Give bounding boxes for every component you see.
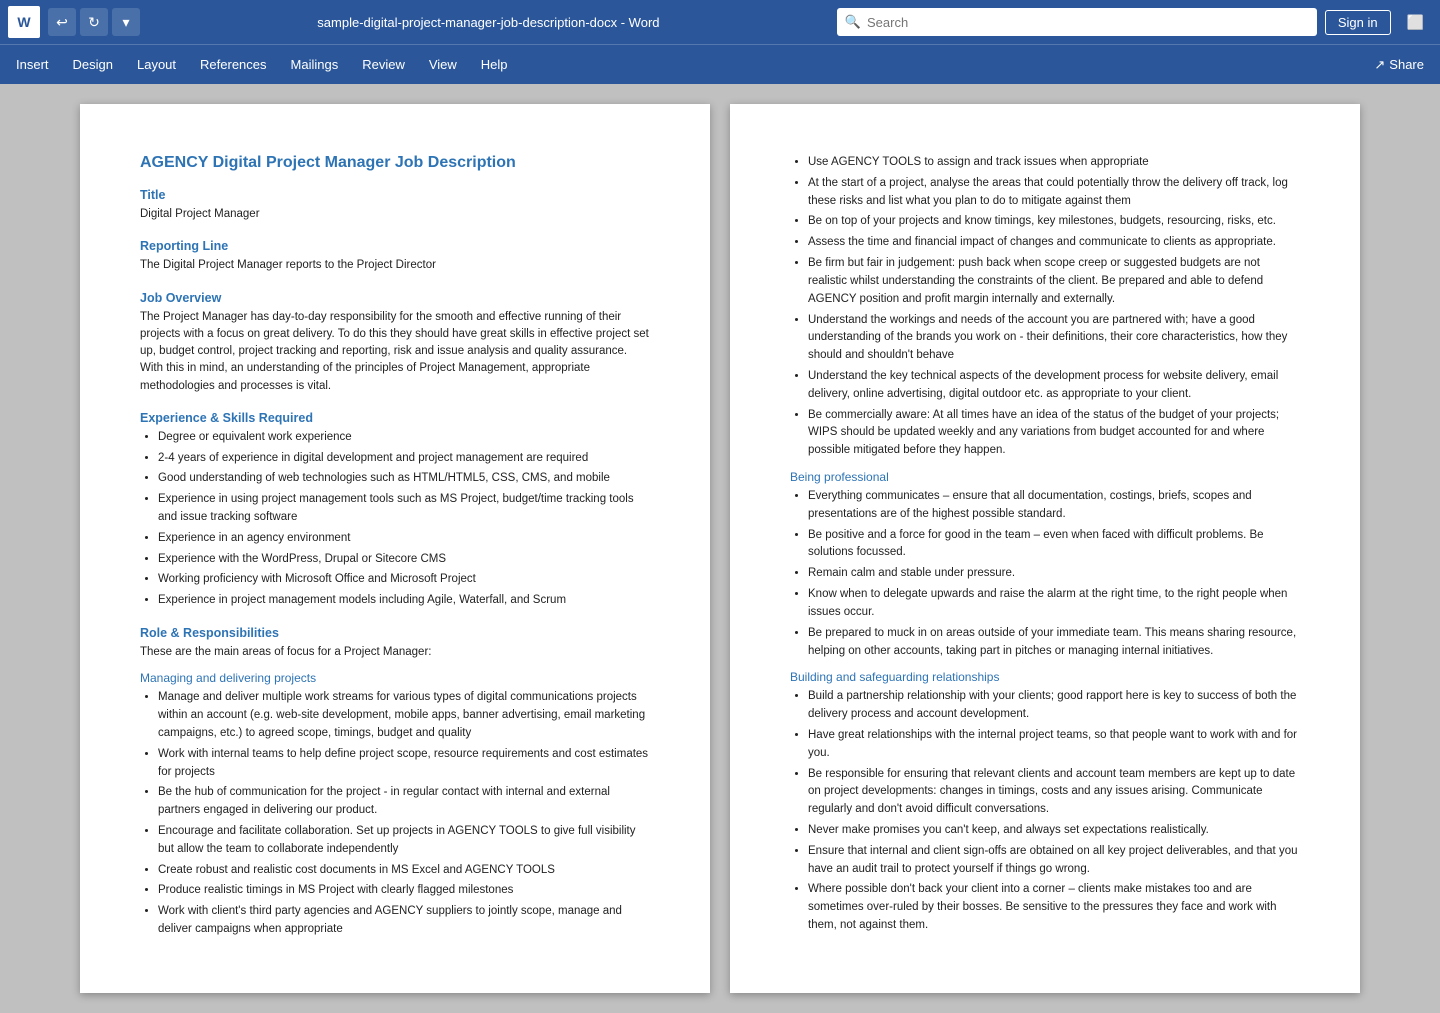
list-item: Be prepared to muck in on areas outside … (808, 625, 1300, 661)
menu-design[interactable]: Design (61, 51, 125, 78)
being-professional-section-label: Being professional (790, 470, 1300, 484)
list-item: Degree or equivalent work experience (158, 429, 650, 447)
being-professional-list: Everything communicates – ensure that al… (808, 488, 1300, 660)
share-button[interactable]: ↗ Share (1362, 51, 1436, 79)
menu-insert[interactable]: Insert (4, 51, 61, 78)
list-item: Build a partnership relationship with yo… (808, 688, 1300, 724)
list-item: Where possible don't back your client in… (808, 881, 1300, 934)
list-item: Manage and deliver multiple work streams… (158, 689, 650, 742)
list-item: Be responsible for ensuring that relevan… (808, 766, 1300, 819)
role-section-label: Role & Responsibilities (140, 626, 650, 640)
word-icon: W (8, 6, 40, 38)
exp-skills-list: Degree or equivalent work experience 2-4… (158, 429, 650, 610)
list-item: Have great relationships with the intern… (808, 727, 1300, 763)
share-icon: ↗ (1374, 57, 1385, 73)
titlebar: W ↩ ↻ ▾ sample-digital-project-manager-j… (0, 0, 1440, 44)
list-item: Remain calm and stable under pressure. (808, 565, 1300, 583)
list-item: Everything communicates – ensure that al… (808, 488, 1300, 524)
list-item: At the start of a project, analyse the a… (808, 175, 1300, 211)
list-item: Experience in project management models … (158, 592, 650, 610)
list-item: Assess the time and financial impact of … (808, 234, 1300, 252)
title-value: Digital Project Manager (140, 206, 650, 223)
menu-help[interactable]: Help (469, 51, 520, 78)
list-item: Good understanding of web technologies s… (158, 470, 650, 488)
list-item: Be on top of your projects and know timi… (808, 213, 1300, 231)
list-item: Be the hub of communication for the proj… (158, 784, 650, 820)
redo-button[interactable]: ↻ (80, 8, 108, 36)
list-item: Experience with the WordPress, Drupal or… (158, 551, 650, 569)
list-item: Be commercially aware: At all times have… (808, 407, 1300, 460)
undo-redo-controls: ↩ ↻ ▾ (48, 8, 140, 36)
search-bar[interactable]: 🔍 (837, 8, 1317, 36)
list-item: Be firm but fair in judgement: push back… (808, 255, 1300, 308)
list-item: Experience in using project management t… (158, 491, 650, 527)
managing-continued-list: Use AGENCY TOOLS to assign and track iss… (808, 154, 1300, 460)
list-item: Working proficiency with Microsoft Offic… (158, 571, 650, 589)
building-list: Build a partnership relationship with yo… (808, 688, 1300, 935)
menubar: Insert Design Layout References Mailings… (0, 44, 1440, 84)
signin-button[interactable]: Sign in (1325, 10, 1391, 35)
managing-list: Manage and deliver multiple work streams… (158, 689, 650, 939)
menu-view[interactable]: View (417, 51, 469, 78)
title-section-label: Title (140, 188, 650, 202)
page-right: Use AGENCY TOOLS to assign and track iss… (730, 104, 1360, 993)
list-item: Create robust and realistic cost documen… (158, 862, 650, 880)
list-item: Encourage and facilitate collaboration. … (158, 823, 650, 859)
menu-review[interactable]: Review (350, 51, 417, 78)
job-overview-text: The Project Manager has day-to-day respo… (140, 309, 650, 395)
list-item: Work with client's third party agencies … (158, 903, 650, 939)
window-title: sample-digital-project-manager-job-descr… (148, 15, 829, 30)
list-item: Use AGENCY TOOLS to assign and track iss… (808, 154, 1300, 172)
list-item: Know when to delegate upwards and raise … (808, 586, 1300, 622)
reporting-line-value: The Digital Project Manager reports to t… (140, 257, 650, 274)
menu-layout[interactable]: Layout (125, 51, 188, 78)
list-item: Experience in an agency environment (158, 530, 650, 548)
restore-button[interactable]: ⬜ (1399, 10, 1432, 35)
list-item: Understand the workings and needs of the… (808, 312, 1300, 365)
exp-skills-section-label: Experience & Skills Required (140, 411, 650, 425)
menu-references[interactable]: References (188, 51, 278, 78)
list-item: Work with internal teams to help define … (158, 746, 650, 782)
page-left: AGENCY Digital Project Manager Job Descr… (80, 104, 710, 993)
share-label: Share (1389, 57, 1424, 72)
search-input[interactable] (867, 15, 1309, 30)
job-overview-section-label: Job Overview (140, 291, 650, 305)
managing-section-label: Managing and delivering projects (140, 671, 650, 685)
doc-main-heading: AGENCY Digital Project Manager Job Descr… (140, 154, 650, 172)
reporting-line-section-label: Reporting Line (140, 239, 650, 253)
list-item: Ensure that internal and client sign-off… (808, 843, 1300, 879)
role-intro: These are the main areas of focus for a … (140, 644, 650, 661)
search-icon: 🔍 (845, 14, 861, 30)
list-item: 2-4 years of experience in digital devel… (158, 450, 650, 468)
list-item: Be positive and a force for good in the … (808, 527, 1300, 563)
undo-button[interactable]: ↩ (48, 8, 76, 36)
building-section-label: Building and safeguarding relationships (790, 670, 1300, 684)
customize-button[interactable]: ▾ (112, 8, 140, 36)
list-item: Understand the key technical aspects of … (808, 368, 1300, 404)
menu-mailings[interactable]: Mailings (279, 51, 351, 78)
list-item: Produce realistic timings in MS Project … (158, 882, 650, 900)
document-area: AGENCY Digital Project Manager Job Descr… (0, 84, 1440, 1013)
list-item: Never make promises you can't keep, and … (808, 822, 1300, 840)
